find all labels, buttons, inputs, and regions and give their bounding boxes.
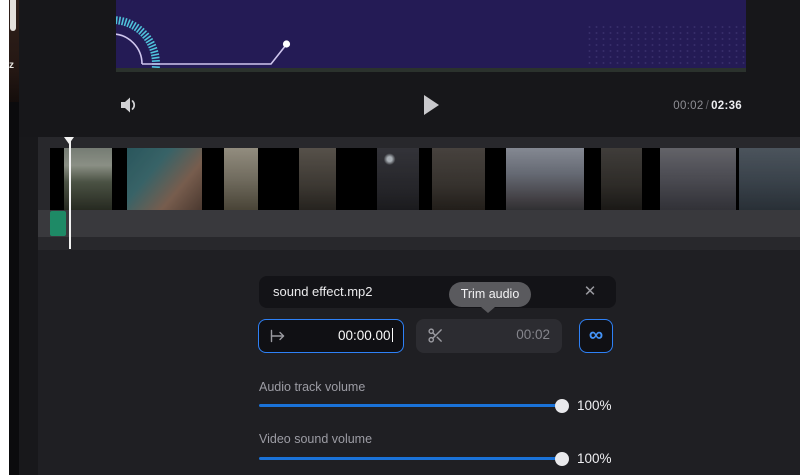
slider-thumb[interactable]: [555, 452, 569, 466]
video-clip-filmstrip[interactable]: [50, 148, 800, 210]
trim-audio-tooltip: Trim audio: [449, 282, 531, 307]
video-thumbnail: [506, 148, 584, 210]
filmstrip-gap: [419, 148, 432, 210]
video-thumbnail: [660, 148, 736, 210]
scissors-icon: [427, 327, 444, 344]
adjacent-window-sliver: z: [9, 0, 19, 475]
loop-infinity-button[interactable]: ∞: [579, 319, 613, 353]
audio-track-volume-label: Audio track volume: [259, 380, 365, 394]
text-caret: [392, 328, 394, 342]
time-current: 00:02: [673, 100, 703, 112]
scrollbar-thumb[interactable]: [10, 0, 16, 31]
trim-length-field[interactable]: 00:02: [416, 319, 562, 353]
timeline[interactable]: [38, 137, 800, 250]
audio-edit-panel: sound effect.mp2 ✕ Trim audio 00:00.00: [38, 250, 800, 475]
filmstrip-gap: [642, 148, 660, 210]
filename-bar[interactable]: sound effect.mp2 ✕: [259, 276, 616, 308]
video-thumbnail: [224, 148, 258, 210]
filmstrip-gap: [202, 148, 224, 210]
video-sound-volume-slider[interactable]: [259, 457, 562, 460]
video-thumbnail: [127, 148, 202, 210]
video-sound-volume-value: 100%: [577, 451, 612, 466]
audio-track-volume-value: 100%: [577, 398, 612, 413]
close-icon[interactable]: ✕: [581, 283, 599, 301]
playhead[interactable]: [64, 137, 75, 249]
start-time-value: 00:00.00: [338, 328, 393, 343]
filmstrip-gap: [112, 148, 127, 210]
video-preview-panel: 00:02/02:36: [19, 0, 800, 137]
start-time-input[interactable]: 00:00.00: [258, 319, 404, 353]
filmstrip-gap: [485, 148, 506, 210]
video-editor-app: 00:02/02:36: [19, 0, 800, 475]
filmstrip-gap: [584, 148, 601, 210]
filmstrip-gap: [50, 148, 64, 210]
time-display: 00:02/02:36: [599, 100, 742, 112]
filename-label: sound effect.mp2: [273, 284, 373, 299]
trim-start-icon: [269, 329, 287, 343]
video-sound-volume-label: Video sound volume: [259, 432, 372, 446]
video-thumbnail: [377, 148, 419, 210]
slider-thumb[interactable]: [555, 399, 569, 413]
time-separator: /: [704, 100, 712, 112]
time-total: 02:36: [711, 100, 742, 112]
trim-time-value: 00:02: [516, 327, 550, 342]
video-thumbnail: [432, 148, 485, 210]
video-thumbnail: [299, 148, 336, 210]
playhead-line: [69, 139, 71, 249]
video-thumbnail: [739, 148, 800, 210]
volume-icon[interactable]: [119, 95, 139, 115]
filmstrip-gap: [258, 148, 299, 210]
video-thumbnail: [601, 148, 642, 210]
video-frame[interactable]: [116, 0, 746, 72]
sliver-cut-text: z: [9, 60, 19, 71]
audio-track-row[interactable]: [38, 210, 800, 237]
filmstrip-gap: [336, 148, 377, 210]
dot-grid-overlay: [586, 24, 746, 68]
start-time-text: 00:00.00: [338, 328, 391, 343]
audio-track-volume-slider[interactable]: [259, 404, 562, 407]
play-icon[interactable]: [424, 95, 439, 115]
